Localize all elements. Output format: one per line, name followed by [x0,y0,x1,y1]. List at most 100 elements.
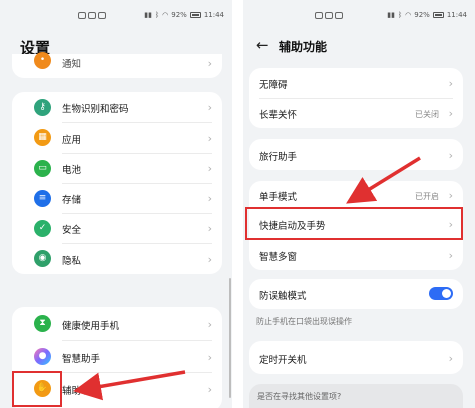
notification-icons [315,12,343,19]
settings-item-label: 隐私 [62,256,82,267]
item-label: 长辈关怀 [259,110,298,121]
chevron-right-icon: › [207,222,212,235]
status-time: 11:44 [203,11,224,19]
chevron-right-icon: › [207,192,212,205]
battery-percent: 92% [414,11,430,19]
settings-item-notifications[interactable]: • 通知 › [12,52,222,78]
settings-item-label: 通知 [62,59,82,70]
battery-icon: ▭ [34,160,51,177]
settings-item-security[interactable]: ✓ 安全 › [12,213,222,243]
item-smart-multiwindow[interactable]: 智慧多窗 › [249,239,463,270]
accidental-touch-hint: 防止手机在口袋出现误操作 [256,317,352,326]
battery-percent: 92% [171,11,187,19]
item-barrier-free[interactable]: 无障碍 › [249,68,463,98]
settings-item-privacy[interactable]: ◉ 隐私 › [12,243,222,274]
hourglass-icon: ⧗ [34,315,51,332]
item-scheduled-power[interactable]: 定时开关机 › [249,341,463,374]
settings-item-label: 应用 [62,135,82,146]
storage-icon: ≡ [34,190,51,207]
wifi-icon: ◠ [405,11,412,19]
chevron-right-icon: › [207,162,212,175]
shield-icon: ✓ [34,220,51,237]
status-bar: ▮▮ ᛒ ◠ 92% 11:44 [243,10,475,24]
wifi-icon: ◠ [162,11,169,19]
item-status-value: 已关闭 [415,110,439,119]
settings-item-label: 电池 [62,165,82,176]
item-status-value: 已开启 [415,192,439,201]
key-icon: ⚷ [34,99,51,116]
status-time: 11:44 [446,11,467,19]
item-label: 单手模式 [259,192,298,203]
screenshot-stage: ▮▮ ᛒ ◠ 92% 11:44 设置 • 通知 › ⚷ 生物识别和密码 › ▦… [0,0,475,408]
signal-icon: ▮▮ [387,11,395,19]
privacy-icon: ◉ [34,250,51,267]
item-one-hand-mode[interactable]: 单手模式 已开启 › [249,181,463,209]
battery-status-icon [189,12,201,18]
settings-item-apps[interactable]: ▦ 应用 › [12,122,222,153]
bluetooth-icon: ᛒ [397,11,403,19]
item-label: 智慧多窗 [259,252,298,263]
back-arrow-icon[interactable]: ← [256,38,269,53]
app-notification-icon [325,12,333,19]
settings-item-biometrics[interactable]: ⚷ 生物识别和密码 › [12,92,222,122]
accessibility-card-1: 无障碍 › 长辈关怀 已关闭 › [249,68,463,128]
settings-item-label: 智慧助手 [62,354,101,365]
settings-item-label: 安全 [62,225,82,236]
chevron-right-icon: › [207,351,212,364]
item-label: 无障碍 [259,80,288,91]
accessibility-card-4: 防误触模式 [249,279,463,309]
chevron-right-icon: › [207,383,212,396]
status-bar: ▮▮ ᛒ ◠ 92% 11:44 [0,10,232,24]
assistant-icon: ● [34,348,51,365]
accidental-touch-toggle[interactable] [429,287,453,300]
app-notification-icon [335,12,343,19]
app-notification-icon [315,12,323,19]
apps-icon: ▦ [34,129,51,146]
bell-icon: • [34,52,51,69]
notification-icons [78,12,106,19]
scrollbar[interactable] [229,278,231,398]
chevron-right-icon: › [448,249,453,262]
highlight-accessibility [12,371,62,407]
item-accidental-touch[interactable]: 防误触模式 [249,279,463,309]
accessibility-card-2: 旅行助手 › [249,139,463,170]
item-elder-care[interactable]: 长辈关怀 已关闭 › [249,98,463,128]
settings-screen: ▮▮ ᛒ ◠ 92% 11:44 设置 • 通知 › ⚷ 生物识别和密码 › ▦… [0,0,232,408]
settings-item-smart-assistant[interactable]: ● 智慧助手 › [12,340,222,372]
settings-item-storage[interactable]: ≡ 存储 › [12,183,222,213]
app-notification-icon [98,12,106,19]
settings-item-label: 存储 [62,195,82,206]
chevron-right-icon: › [448,107,453,120]
signal-icon: ▮▮ [144,11,152,19]
chevron-right-icon: › [448,189,453,202]
chevron-right-icon: › [448,77,453,90]
app-notification-icon [78,12,86,19]
chevron-right-icon: › [207,318,212,331]
status-right: ▮▮ ᛒ ◠ 92% 11:44 [387,11,467,19]
item-label: 防误触模式 [259,291,307,302]
chevron-right-icon: › [207,132,212,145]
settings-item-label: 生物识别和密码 [62,104,129,115]
accessibility-card-5: 定时开关机 › [249,341,463,374]
app-notification-icon [88,12,96,19]
status-right: ▮▮ ᛒ ◠ 92% 11:44 [144,11,224,19]
chevron-right-icon: › [207,57,212,70]
page-title: 辅助功能 [279,40,328,54]
item-travel-assistant[interactable]: 旅行助手 › [249,139,463,170]
chevron-right-icon: › [207,253,212,266]
chevron-right-icon: › [448,149,453,162]
settings-item-digital-balance[interactable]: ⧗ 健康使用手机 › [12,307,222,340]
chevron-right-icon: › [448,352,453,365]
highlight-shortcuts-gestures [245,207,463,240]
bluetooth-icon: ᛒ [154,11,160,19]
settings-group-1: ⚷ 生物识别和密码 › ▦ 应用 › ▭ 电池 › ≡ 存储 › ✓ 安全 › … [12,92,222,274]
notifications-card: • 通知 › [12,52,222,78]
battery-status-icon [432,12,444,18]
chevron-right-icon: › [207,101,212,114]
item-label: 定时开关机 [259,355,307,366]
search-suggestion-text: 是否在寻找其他设置项? [257,392,342,401]
settings-item-label: 健康使用手机 [62,321,120,332]
search-suggestion-card[interactable]: 是否在寻找其他设置项? [249,384,463,408]
item-label: 旅行助手 [259,152,298,163]
settings-item-battery[interactable]: ▭ 电池 › [12,153,222,183]
